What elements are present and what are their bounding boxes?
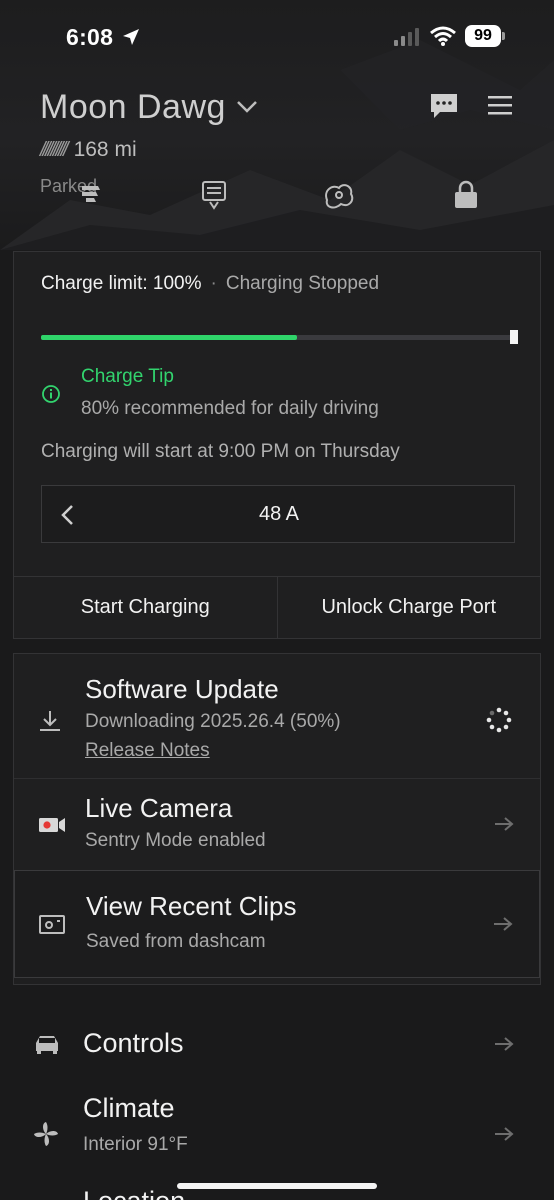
- controls-title: Controls: [83, 1028, 184, 1058]
- home-indicator[interactable]: [177, 1183, 377, 1189]
- charge-tip-title: Charge Tip: [81, 366, 174, 387]
- arrow-right-icon: [494, 917, 513, 931]
- start-charging-button[interactable]: Start Charging: [14, 577, 277, 638]
- camera-icon: [39, 818, 65, 832]
- menu-item-controls[interactable]: Controls: [0, 1010, 554, 1080]
- charge-limit-handle[interactable]: [510, 330, 518, 344]
- arrow-right-icon: [495, 817, 514, 831]
- status-time: 6:08: [66, 24, 114, 50]
- download-icon: [40, 711, 60, 731]
- arrow-right-icon: [495, 1127, 514, 1141]
- live-camera-title: Live Camera: [85, 793, 233, 823]
- chevron-down-icon[interactable]: [236, 100, 258, 114]
- amperage-selector: 48 A: [41, 485, 515, 543]
- vehicle-name[interactable]: Moon Dawg: [40, 88, 226, 127]
- charging-card: Charge limit: 100% · Charging Stopped Char…: [13, 251, 541, 639]
- battery-nub: [502, 32, 505, 40]
- charging-state: Charging Stopped: [225, 273, 380, 294]
- release-notes-link[interactable]: Release Notes: [85, 740, 210, 762]
- menu-item-climate[interactable]: Climate Interior 91°F: [0, 1085, 554, 1175]
- charge-schedule: Charging will start at 9:00 PM on Thursd…: [41, 441, 400, 462]
- recent-clips-row[interactable]: View Recent Clips Saved from dashcam: [14, 870, 540, 978]
- charge-actions: Start Charging Unlock Charge Port: [14, 576, 540, 638]
- wifi-icon: [430, 26, 456, 46]
- fan-quick-icon[interactable]: [78, 180, 104, 206]
- fan-icon[interactable]: [323, 180, 355, 210]
- charge-status-line: Charge limit: 100% · Charging Stopped: [41, 273, 379, 295]
- battery-indicator: 99: [465, 25, 505, 47]
- cellular-signal-icon: [394, 28, 419, 46]
- range-value: 168 mi: [73, 138, 137, 161]
- info-icon: [42, 385, 60, 403]
- recent-clips-title: View Recent Clips: [86, 891, 297, 921]
- clips-icon: [39, 915, 65, 934]
- charge-level-bar[interactable]: [41, 335, 515, 340]
- climate-interior-temp: Interior 91°F: [83, 1134, 188, 1155]
- chat-icon[interactable]: [430, 93, 458, 119]
- location-arrow-icon: [123, 29, 139, 45]
- menu-item-location[interactable]: Location: [83, 1186, 185, 1200]
- frunk-icon[interactable]: [201, 180, 227, 210]
- charge-level-fill: [41, 335, 297, 340]
- separator-dot: ·: [210, 273, 217, 294]
- lock-icon[interactable]: [454, 180, 478, 210]
- climate-title: Climate: [83, 1093, 175, 1123]
- battery-level: 99: [465, 25, 501, 47]
- range-bars-indicator: //////////: [40, 138, 69, 161]
- unlock-charge-port-button[interactable]: Unlock Charge Port: [276, 577, 541, 638]
- charge-limit: Charge limit: 100%: [41, 273, 202, 294]
- live-camera-row[interactable]: Live Camera Sentry Mode enabled: [14, 778, 540, 870]
- charge-tip-text: 80% recommended for daily driving: [81, 398, 379, 419]
- updates-card: Software Update Downloading 2025.26.4 (5…: [13, 653, 541, 985]
- spinner-icon: [486, 707, 512, 733]
- software-update-status: Downloading 2025.26.4 (50%): [85, 711, 341, 732]
- vehicle-range: ////////// 168 mi: [40, 138, 137, 162]
- recent-clips-subtitle: Saved from dashcam: [86, 931, 266, 952]
- live-camera-status: Sentry Mode enabled: [85, 830, 266, 851]
- car-icon: [36, 1036, 58, 1054]
- software-update-title: Software Update: [85, 674, 279, 704]
- software-update-row[interactable]: Software Update Downloading 2025.26.4 (5…: [14, 654, 540, 778]
- status-bar: 6:08 99: [0, 0, 554, 72]
- amperage-value: 48 A: [258, 503, 300, 525]
- fan-icon: [34, 1122, 58, 1146]
- hamburger-menu-icon[interactable]: [488, 95, 512, 115]
- arrow-right-icon: [495, 1037, 514, 1051]
